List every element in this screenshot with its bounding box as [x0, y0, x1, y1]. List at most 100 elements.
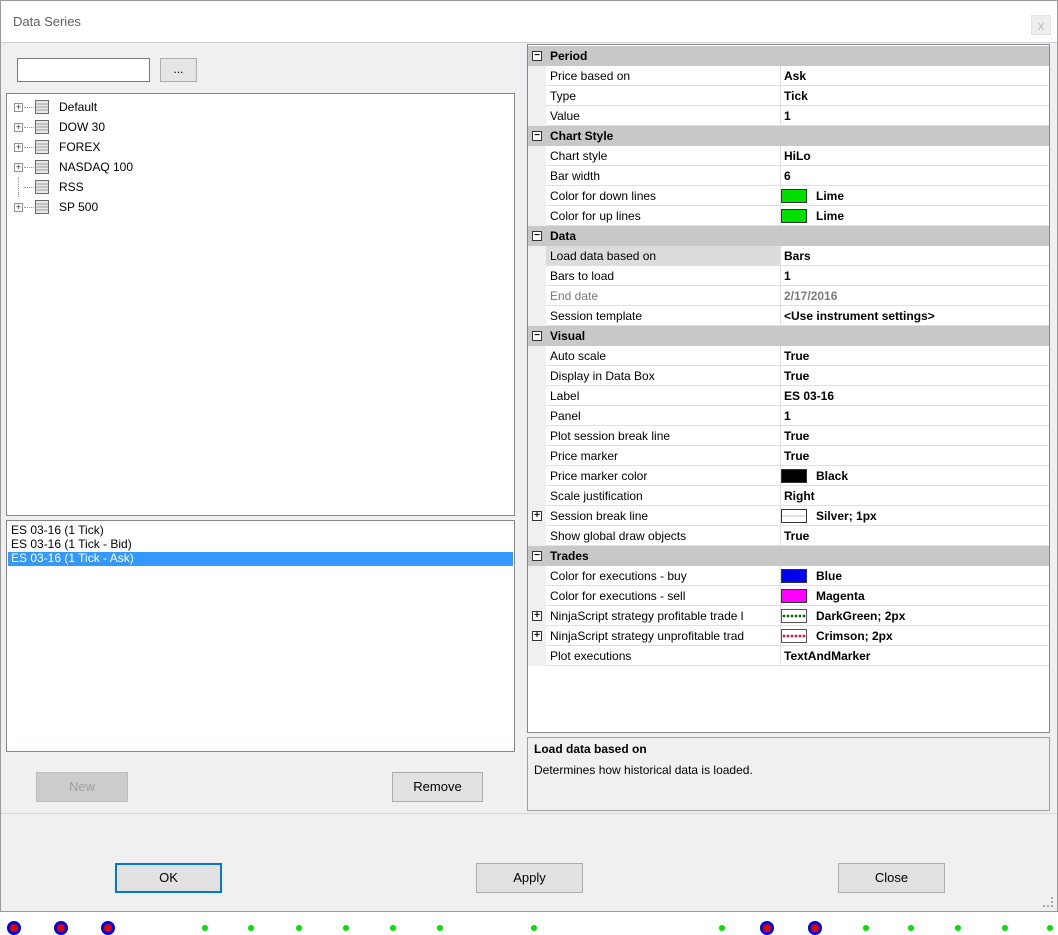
category-trades[interactable]: − Trades	[528, 546, 1049, 566]
property-row[interactable]: Color for executions - sell Magenta	[528, 586, 1049, 606]
property-row[interactable]: Bar width 6	[528, 166, 1049, 186]
expand-icon[interactable]: +	[532, 611, 542, 621]
ok-button[interactable]: OK	[115, 863, 222, 893]
property-value[interactable]: 6	[780, 166, 1049, 186]
title-bar[interactable]: Data Series x	[1, 1, 1057, 43]
expand-icon[interactable]: +	[14, 163, 23, 172]
property-row[interactable]: Load data based on Bars	[528, 246, 1049, 266]
property-value[interactable]: 1	[780, 406, 1049, 426]
property-row[interactable]: Display in Data Box True	[528, 366, 1049, 386]
property-row[interactable]: Plot session break line True	[528, 426, 1049, 446]
property-value[interactable]: True	[780, 446, 1049, 466]
collapse-icon[interactable]: −	[532, 551, 542, 561]
property-value[interactable]: Black	[780, 466, 1049, 486]
property-row[interactable]: Color for down lines Lime	[528, 186, 1049, 206]
trade-marker-icon	[101, 921, 115, 935]
background-chart-strip	[0, 912, 1058, 935]
property-value[interactable]: TextAndMarker	[780, 646, 1049, 666]
property-value[interactable]: 1	[780, 266, 1049, 286]
series-list-item[interactable]: ES 03-16 (1 Tick - Ask)	[8, 552, 513, 566]
property-row[interactable]: Chart style HiLo	[528, 146, 1049, 166]
property-row[interactable]: Price based on Ask	[528, 66, 1049, 86]
property-row[interactable]: + NinjaScript strategy profitable trade l…	[528, 606, 1049, 626]
collapse-icon[interactable]: −	[532, 231, 542, 241]
expand-icon[interactable]: +	[532, 511, 542, 521]
property-value[interactable]: Magenta	[780, 586, 1049, 606]
color-swatch	[781, 189, 807, 203]
property-row[interactable]: + Session break line Silver; 1px	[528, 506, 1049, 526]
expand-icon[interactable]: +	[14, 143, 23, 152]
collapse-icon[interactable]: −	[532, 51, 542, 61]
apply-button[interactable]: Apply	[476, 863, 583, 893]
resize-grip-icon[interactable]	[1043, 897, 1053, 907]
property-row[interactable]: Scale justification Right	[528, 486, 1049, 506]
property-row[interactable]: Price marker color Black	[528, 466, 1049, 486]
category-period[interactable]: − Period	[528, 46, 1049, 66]
property-value[interactable]: Blue	[780, 566, 1049, 586]
expand-icon[interactable]: +	[532, 631, 542, 641]
property-value-text: TextAndMarker	[784, 649, 871, 663]
property-row[interactable]: Value 1	[528, 106, 1049, 126]
tree-node[interactable]: + NASDAQ 100	[13, 157, 313, 177]
property-value[interactable]: True	[780, 366, 1049, 386]
property-row[interactable]: End date 2/17/2016	[528, 286, 1049, 306]
series-list-item[interactable]: ES 03-16 (1 Tick)	[8, 524, 513, 538]
property-row[interactable]: Type Tick	[528, 86, 1049, 106]
collapse-icon[interactable]: −	[532, 131, 542, 141]
row-gutter	[528, 366, 546, 386]
property-value[interactable]: True	[780, 346, 1049, 366]
property-value[interactable]: Bars	[780, 246, 1049, 266]
property-value[interactable]: Silver; 1px	[780, 506, 1049, 526]
property-value[interactable]: Tick	[780, 86, 1049, 106]
property-value[interactable]: Crimson; 2px	[780, 626, 1049, 646]
property-row[interactable]: + NinjaScript strategy unprofitable trad C…	[528, 626, 1049, 646]
property-value[interactable]: Ask	[780, 66, 1049, 86]
property-row[interactable]: Label ES 03-16	[528, 386, 1049, 406]
property-row[interactable]: Bars to load 1	[528, 266, 1049, 286]
expand-icon[interactable]: +	[14, 203, 23, 212]
instrument-search-input[interactable]	[17, 58, 150, 82]
property-value[interactable]: HiLo	[780, 146, 1049, 166]
property-row[interactable]: Panel 1	[528, 406, 1049, 426]
property-value[interactable]: Lime	[780, 186, 1049, 206]
property-value[interactable]: True	[780, 526, 1049, 546]
property-grid[interactable]: − Period Price based on Ask Type Tick Value 1− C…	[527, 44, 1050, 733]
expand-icon[interactable]: +	[14, 103, 23, 112]
property-value[interactable]: ES 03-16	[780, 386, 1049, 406]
property-row[interactable]: Session template <Use instrument settings…	[528, 306, 1049, 326]
browse-button[interactable]: ...	[160, 58, 197, 82]
remove-button[interactable]: Remove	[392, 772, 483, 802]
property-value[interactable]: Right	[780, 486, 1049, 506]
close-button[interactable]: Close	[838, 863, 945, 893]
category-visual[interactable]: − Visual	[528, 326, 1049, 346]
close-icon[interactable]: x	[1031, 15, 1051, 35]
new-button[interactable]: New	[36, 772, 128, 802]
series-list-item[interactable]: ES 03-16 (1 Tick - Bid)	[8, 538, 513, 552]
property-value[interactable]: 2/17/2016	[780, 286, 1049, 306]
tree-node[interactable]: + DOW 30	[13, 117, 313, 137]
collapse-icon[interactable]: −	[532, 331, 542, 341]
property-name: Session template	[546, 306, 780, 326]
property-row[interactable]: Show global draw objects True	[528, 526, 1049, 546]
property-row[interactable]: Price marker True	[528, 446, 1049, 466]
property-value-text: Crimson; 2px	[816, 629, 893, 643]
tree-node[interactable]: RSS	[13, 177, 313, 197]
property-value[interactable]: Lime	[780, 206, 1049, 226]
property-row[interactable]: Plot executions TextAndMarker	[528, 646, 1049, 666]
property-row[interactable]: Color for executions - buy Blue	[528, 566, 1049, 586]
property-value[interactable]: <Use instrument settings>	[780, 306, 1049, 326]
tree-node[interactable]: + SP 500	[13, 197, 313, 217]
category-data[interactable]: − Data	[528, 226, 1049, 246]
instrument-list-tree[interactable]: + Default + DOW 30 + FOREX + NASDAQ 100 RSS + SP 5…	[6, 93, 515, 516]
property-value[interactable]: 1	[780, 106, 1049, 126]
color-swatch	[781, 589, 807, 603]
tree-node[interactable]: + FOREX	[13, 137, 313, 157]
category-chart-style[interactable]: − Chart Style	[528, 126, 1049, 146]
expand-icon[interactable]: +	[14, 123, 23, 132]
property-row[interactable]: Auto scale True	[528, 346, 1049, 366]
property-value[interactable]: True	[780, 426, 1049, 446]
property-row[interactable]: Color for up lines Lime	[528, 206, 1049, 226]
data-series-list[interactable]: ES 03-16 (1 Tick) ES 03-16 (1 Tick - Bid)…	[6, 520, 515, 752]
property-value[interactable]: DarkGreen; 2px	[780, 606, 1049, 626]
tree-node[interactable]: + Default	[13, 97, 313, 117]
